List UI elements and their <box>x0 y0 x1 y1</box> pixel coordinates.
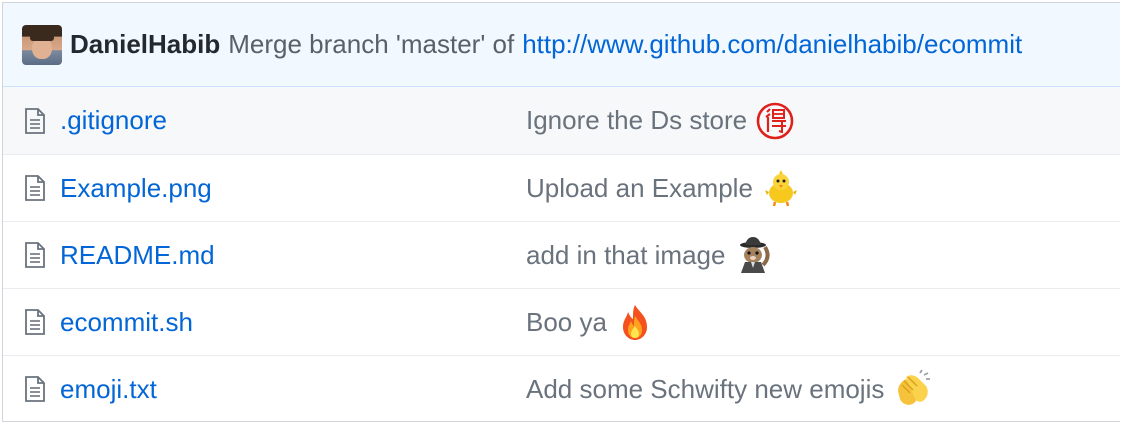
clapping-hands-emoji-icon <box>898 369 931 405</box>
commit-link[interactable]: http://www.github.com/danielhabib/ecommi… <box>522 29 1022 60</box>
file-row: Example.png Upload an Example <box>3 154 1120 221</box>
file-icon <box>25 175 45 201</box>
squirrel-spy-emoji-icon <box>740 237 770 273</box>
file-row: ecommit.sh Boo ya <box>3 288 1120 355</box>
file-name-link[interactable]: ecommit.sh <box>60 307 193 338</box>
author-avatar[interactable] <box>22 24 62 65</box>
fire-emoji-icon <box>622 305 647 340</box>
file-commit-message[interactable]: Add some Schwifty new emojis <box>526 374 884 405</box>
file-list-container: DanielHabib Merge branch 'master' of htt… <box>2 2 1120 422</box>
latest-commit-bar: DanielHabib Merge branch 'master' of htt… <box>3 3 1120 87</box>
red-circled-kanji-emoji-icon <box>756 102 794 139</box>
file-name-link[interactable]: emoji.txt <box>60 374 157 405</box>
file-row: .gitignore Ignore the Ds store <box>3 87 1120 154</box>
hatching-chick-emoji-icon <box>764 170 797 207</box>
file-row: README.md add in that image <box>3 221 1120 288</box>
file-icon <box>25 309 45 335</box>
commit-message: Merge branch 'master' of <box>228 29 515 59</box>
file-name-link[interactable]: Example.png <box>60 173 212 204</box>
file-commit-message[interactable]: add in that image <box>526 240 725 271</box>
file-name-link[interactable]: .gitignore <box>60 105 167 136</box>
file-commit-message[interactable]: Upload an Example <box>526 173 753 204</box>
file-icon <box>25 242 45 268</box>
file-name-link[interactable]: README.md <box>60 240 215 271</box>
file-commit-message[interactable]: Boo ya <box>526 307 607 338</box>
file-row: emoji.txt Add some Schwifty new emojis <box>3 355 1120 421</box>
file-commit-message[interactable]: Ignore the Ds store <box>526 105 747 136</box>
file-icon <box>25 107 45 134</box>
file-icon <box>25 376 45 402</box>
commit-author[interactable]: DanielHabib <box>70 29 220 60</box>
